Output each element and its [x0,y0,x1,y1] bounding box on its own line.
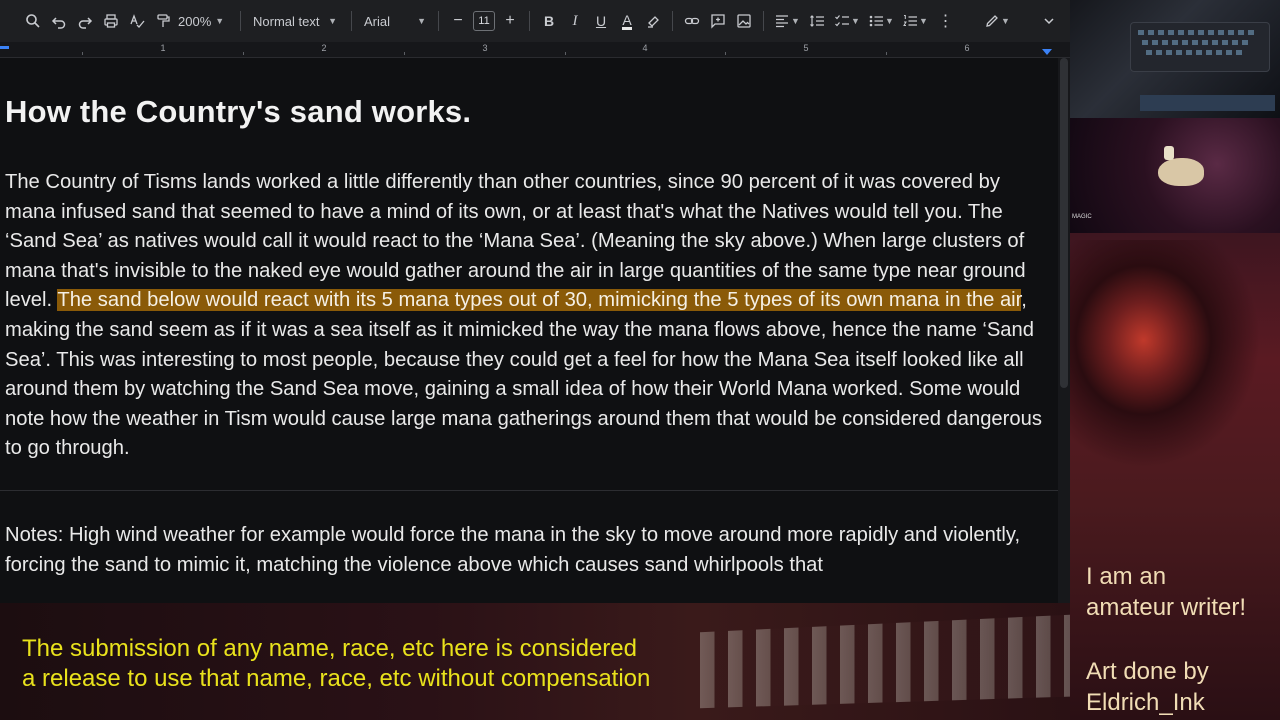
stream-side-panel: MAGIC I am an amateur writer! Art done b… [1070,0,1280,720]
paragraph-sand-sea: The Country of Tisms lands worked a litt… [5,168,1053,464]
highlighted-text: The sand below would react with its 5 ma… [57,289,1022,312]
ruler-number: 2 [321,43,327,53]
italic-button[interactable]: I [562,7,588,35]
decrease-font-size-button[interactable]: − [445,7,471,35]
document-page[interactable]: How the Country's sand works. The Countr… [0,58,1058,603]
horizontal-ruler[interactable]: 1 2 3 4 5 6 [0,42,1070,58]
toolbar-divider [438,11,439,31]
toolbar-divider [240,11,241,31]
collapse-icon[interactable] [1036,7,1062,35]
zoom-value: 200% [178,13,212,29]
comment-icon[interactable] [705,7,731,35]
ruler-number: 6 [964,43,970,53]
increase-font-size-button[interactable]: + [497,7,523,35]
teeth-artwork [700,614,1070,709]
toolbar-divider [672,11,673,31]
docs-editor: 200% ▼ Normal text ▼ Arial ▼ − 11 + B I U A [0,0,1070,603]
disclaimer-line: The submission of any name, race, etc he… [22,635,637,662]
paragraph-style-value: Normal text [253,13,320,29]
checklist-icon[interactable]: ▼ [830,7,864,35]
paint-format-icon[interactable] [150,7,176,35]
stream-bottom-banner: The submission of any name, race, etc he… [0,603,1070,720]
submission-disclaimer: The submission of any name, race, etc he… [22,634,650,694]
mousepad-image [1140,95,1275,111]
search-icon[interactable] [20,7,46,35]
align-icon[interactable]: ▼ [770,7,804,35]
font-value: Arial [364,13,391,29]
redo-icon[interactable] [72,7,98,35]
edit-mode-icon[interactable]: ▼ [980,7,1014,35]
paragraph-text: , making the sand seem as if it was a se… [5,289,1042,460]
docs-toolbar: 200% ▼ Normal text ▼ Arial ▼ − 11 + B I U A [0,0,1070,42]
overlay-line: amateur writer! [1086,594,1247,621]
ruler-number: 4 [642,43,648,53]
left-indent-marker[interactable] [0,46,9,49]
underline-button[interactable]: U [588,7,614,35]
disclaimer-line: a release to use that name, race, etc wi… [22,665,651,692]
eye-artwork [1070,240,1280,490]
toolbar-divider [763,11,764,31]
font-select[interactable]: Arial ▼ [358,7,432,35]
text-color-button[interactable]: A [614,7,640,35]
toolbar-divider [351,11,352,31]
text-color-icon: A [622,11,632,30]
chevron-down-icon: ▼ [215,16,225,26]
page-break [0,490,1058,491]
bullet-list-icon[interactable]: ▼ [864,7,898,35]
game-capture: MAGIC [1070,118,1280,233]
document-heading: How the Country's sand works. [5,94,472,129]
creature-sprite [1158,158,1204,186]
more-icon[interactable]: ⋮ [932,7,958,35]
line-spacing-icon[interactable] [804,7,830,35]
ruler-number: 5 [803,43,809,53]
chevron-down-icon: ▼ [328,16,337,26]
zoom-select[interactable]: 200% ▼ [176,7,234,35]
toolbar-divider [529,11,530,31]
amateur-writer-text: I am an amateur writer! [1086,561,1246,623]
overlay-line: Art done by [1086,658,1209,685]
link-icon[interactable] [679,7,705,35]
webcam-feed [1070,0,1280,118]
vertical-scrollbar[interactable] [1058,58,1070,603]
ruler-number: 3 [482,43,488,53]
right-indent-marker[interactable] [1042,49,1052,55]
overlay-line: I am an [1086,563,1167,590]
font-size-value: 11 [473,11,495,31]
scrollbar-thumb[interactable] [1060,58,1068,388]
ruler-number: 1 [160,43,166,53]
paragraph-style-select[interactable]: Normal text ▼ [247,7,345,35]
font-size-field[interactable]: 11 [471,7,497,35]
print-icon[interactable] [98,7,124,35]
highlight-icon[interactable] [640,7,666,35]
game-hud-label: MAGIC [1072,214,1092,220]
paragraph-notes: Notes: High wind weather for example wou… [5,524,1021,576]
numbered-list-icon[interactable]: ▼ [898,7,932,35]
character-sprite [1164,146,1174,160]
spellcheck-icon[interactable] [124,7,150,35]
art-credit-text: Art done by Eldrich_Ink [1086,656,1209,718]
keyboard-image [1130,22,1270,72]
image-icon[interactable] [731,7,757,35]
undo-icon[interactable] [46,7,72,35]
bold-button[interactable]: B [536,7,562,35]
chevron-down-icon: ▼ [417,16,426,26]
overlay-line: Eldrich_Ink [1086,689,1205,716]
